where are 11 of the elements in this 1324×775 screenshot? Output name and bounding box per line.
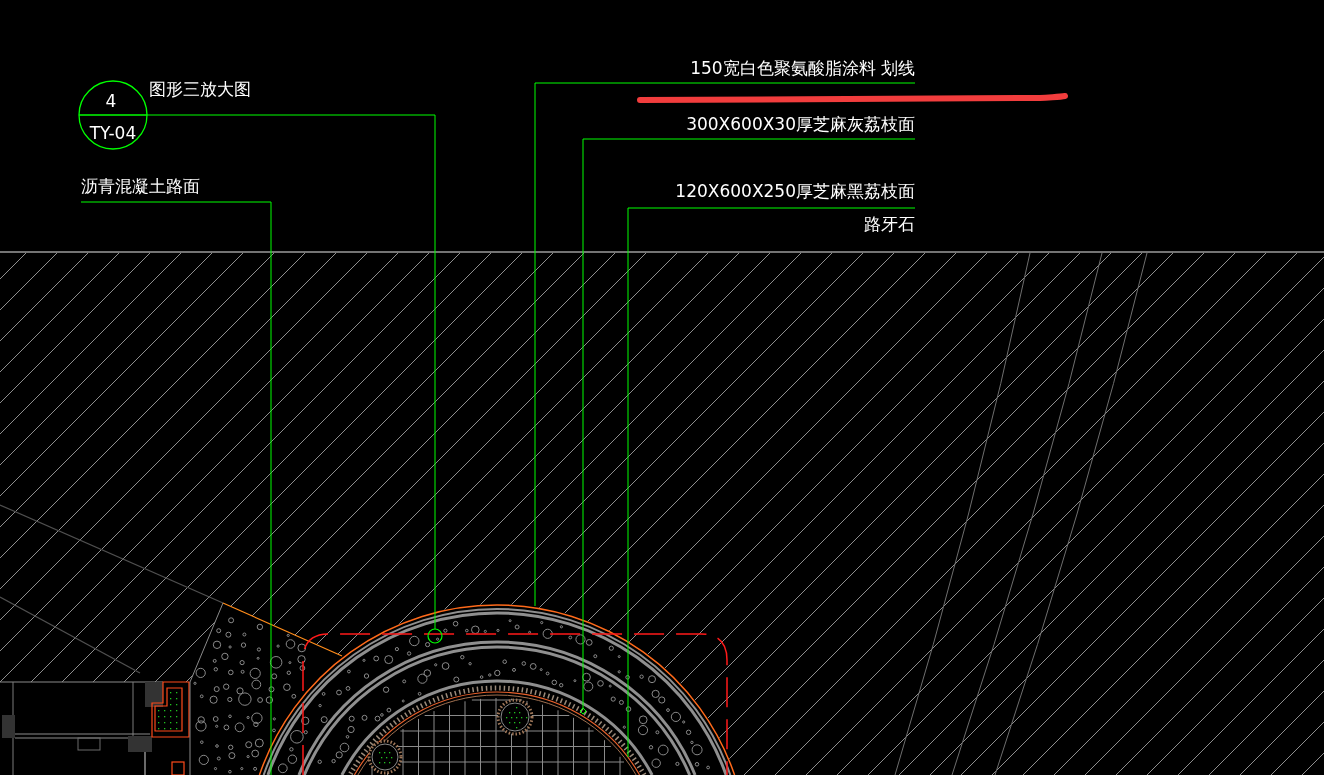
annotation-label: 沥青混凝土路面 (81, 176, 200, 196)
annotation-label: 300X600X30厚芝麻灰荔枝面 (686, 114, 915, 134)
detail-title: 图形三放大图 (149, 79, 251, 99)
annotation-label: 120X600X250厚芝麻黑荔枝面 (675, 181, 915, 201)
round-planter-icon (367, 739, 403, 775)
round-planter-icon (496, 698, 534, 736)
sheet-number: TY-04 (89, 123, 137, 143)
annotation-label: 路牙石 (864, 214, 915, 234)
annotation-label: 150宽白色聚氨酸脂涂料 划线 (690, 58, 915, 78)
detail-number: 4 (105, 91, 117, 111)
detail-callout-bubble (78, 80, 148, 150)
